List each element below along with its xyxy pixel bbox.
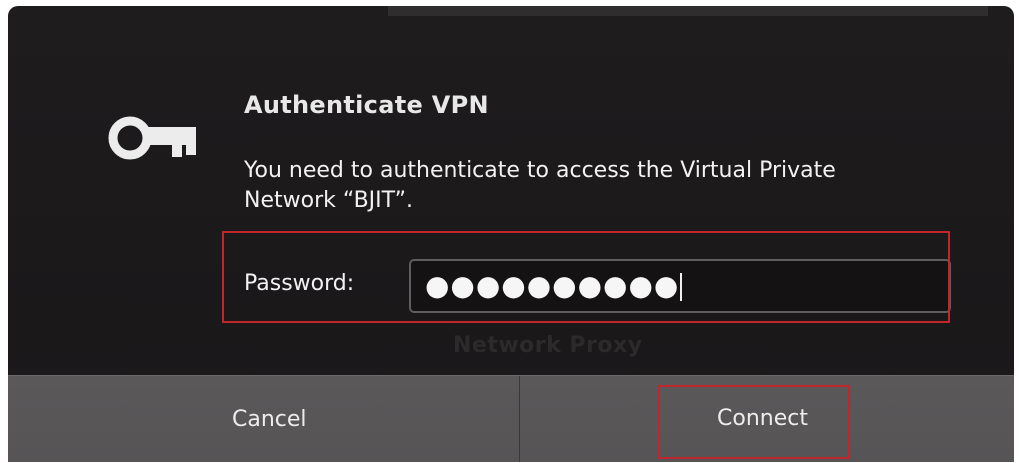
cancel-button-label: Cancel	[232, 407, 307, 432]
connect-button-label: Connect	[717, 406, 808, 431]
screenshot: Authenticate VPN You need to authenticat…	[0, 0, 1020, 463]
background-window-edge	[388, 6, 988, 16]
dialog-title: Authenticate VPN	[244, 91, 489, 119]
connect-button[interactable]: Connect	[521, 376, 1014, 462]
dialog-button-bar: Cancel Connect	[8, 375, 1014, 462]
cancel-button[interactable]: Cancel	[8, 376, 520, 462]
dialog-message: You need to authenticate to access the V…	[244, 158, 836, 213]
key-icon	[108, 116, 196, 160]
password-annotation-box	[222, 231, 950, 323]
background-window-text: Network Proxy	[453, 333, 643, 358]
